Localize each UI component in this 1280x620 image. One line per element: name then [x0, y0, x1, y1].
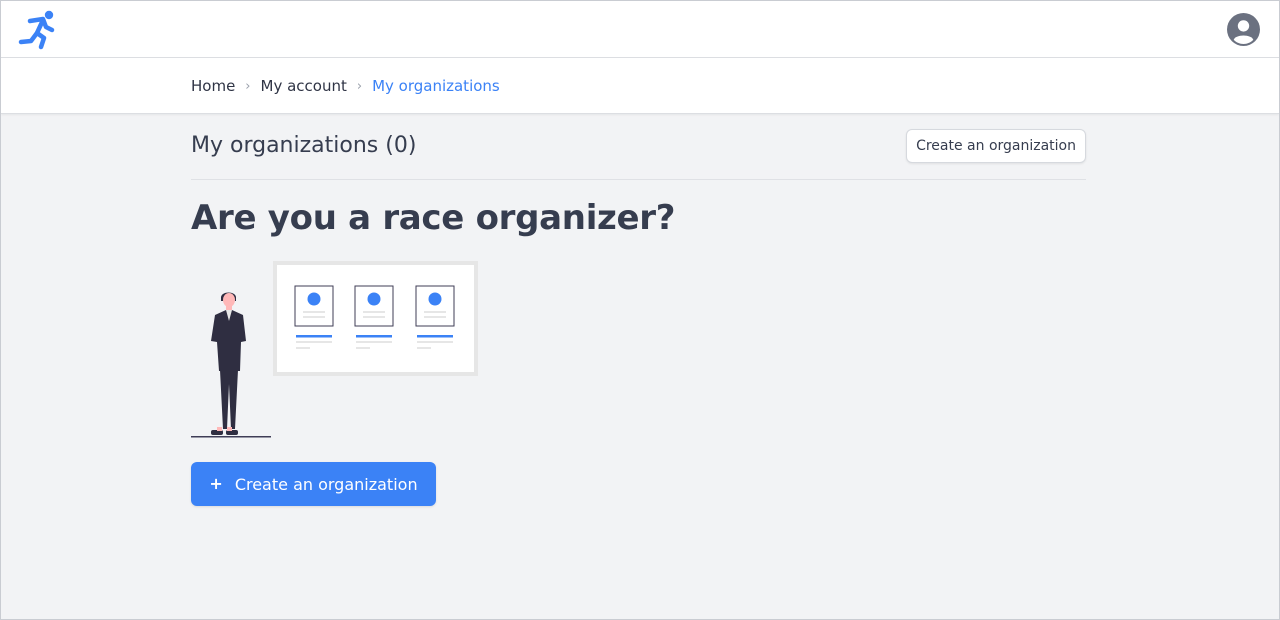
section-header: My organizations (0) Create an organizat… [191, 129, 1086, 180]
chevron-right-icon: › [245, 78, 251, 94]
cta-label: Create an organization [234, 474, 418, 494]
breadcrumb-bar: Home › My account › My organizations [1, 58, 1279, 114]
user-circle-icon[interactable] [1227, 13, 1260, 46]
chevron-right-icon: › [356, 78, 363, 94]
breadcrumb: Home › My account › My organizations [191, 58, 500, 114]
app-frame: Home › My account › My organizations My … [0, 0, 1280, 620]
runner-icon[interactable] [16, 8, 58, 50]
plus-icon: + [209, 474, 223, 493]
top-bar [1, 1, 1279, 58]
breadcrumb-my-organizations[interactable]: My organizations [372, 77, 500, 95]
create-organization-button[interactable]: Create an organization [906, 129, 1086, 163]
breadcrumb-home[interactable]: Home [191, 77, 235, 95]
create-organization-cta-button[interactable]: + Create an organization [191, 462, 436, 506]
page-title: My organizations (0) [191, 133, 417, 158]
breadcrumb-my-account[interactable]: My account [261, 77, 347, 95]
person-with-board-illustration [191, 261, 478, 438]
empty-state-headline: Are you a race organizer? [191, 198, 676, 238]
